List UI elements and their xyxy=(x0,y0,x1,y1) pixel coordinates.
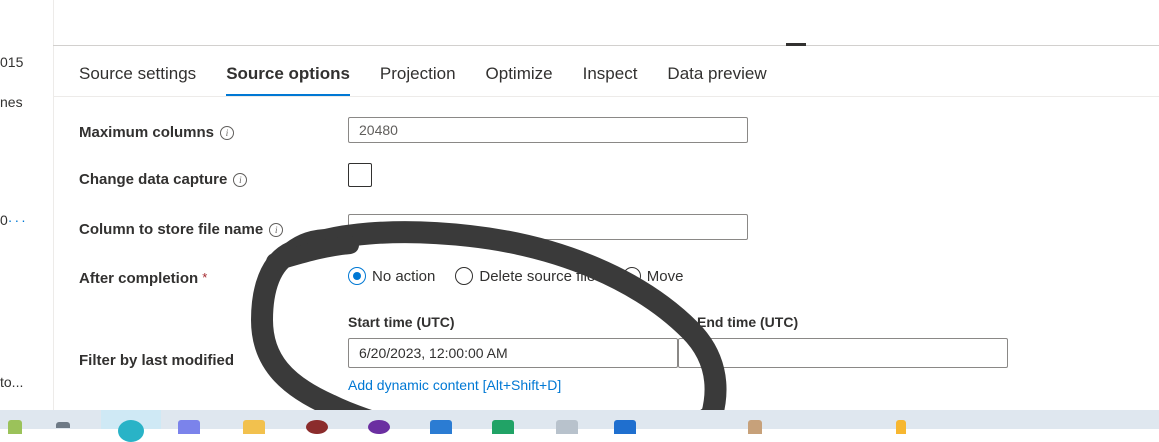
info-icon[interactable]: i xyxy=(220,126,235,140)
radio-no-action[interactable]: No action xyxy=(348,267,435,285)
left-panel-fragment-1: 015 xyxy=(0,54,24,70)
app-icon[interactable] xyxy=(306,420,328,434)
excel-icon[interactable] xyxy=(492,420,514,434)
end-time-label: End time (UTC) xyxy=(697,314,799,330)
max-columns-label-text: Maximum columns xyxy=(79,124,215,141)
radio-no-action-label: No action xyxy=(372,267,436,285)
app-icon[interactable] xyxy=(896,420,906,434)
change-data-capture-label-text: Change data capture xyxy=(79,171,228,188)
after-completion-radio-group: No action Delete source files Move xyxy=(348,267,703,285)
info-icon[interactable]: i xyxy=(269,223,284,237)
file-explorer-icon[interactable] xyxy=(243,420,265,434)
app-icon[interactable] xyxy=(614,420,636,434)
tab-data-preview[interactable]: Data preview xyxy=(667,64,766,96)
radio-move-label: Move xyxy=(646,267,684,285)
tab-inspect[interactable]: Inspect xyxy=(583,64,638,96)
start-time-label: Start time (UTC) xyxy=(348,314,455,330)
change-data-capture-checkbox[interactable] xyxy=(348,163,372,187)
tab-source-options[interactable]: Source options xyxy=(226,64,350,96)
info-icon[interactable]: i xyxy=(233,173,248,187)
column-file-name-label-text: Column to store file name xyxy=(79,221,264,238)
radio-unchecked-icon xyxy=(622,267,641,285)
tab-projection[interactable]: Projection xyxy=(380,64,456,96)
start-time-input[interactable]: 6/20/2023, 12:00:00 AM xyxy=(348,338,678,368)
more-options-icon[interactable]: ··· xyxy=(8,212,28,228)
radio-move[interactable]: Move xyxy=(622,267,684,285)
required-marker: * xyxy=(202,270,208,285)
radio-checked-icon xyxy=(348,267,366,285)
header-divider xyxy=(53,45,1159,46)
app-icon[interactable] xyxy=(556,420,578,434)
windows-taskbar xyxy=(0,410,1159,442)
left-panel-fragment-text: 0 xyxy=(0,212,8,228)
filter-last-modified-label: Filter by last modified xyxy=(79,352,235,369)
radio-unchecked-icon xyxy=(455,267,474,285)
column-file-name-input[interactable] xyxy=(348,214,748,240)
minimize-icon[interactable] xyxy=(786,43,806,46)
after-completion-label-text: After completion xyxy=(79,270,199,287)
app-icon[interactable] xyxy=(748,420,762,434)
teams-icon[interactable] xyxy=(178,420,200,434)
end-time-input[interactable] xyxy=(678,338,1008,368)
column-file-name-label: Column to store file name i xyxy=(79,221,284,238)
left-panel-fragment-3: 0··· xyxy=(0,212,28,228)
tab-bar: Source settings Source options Projectio… xyxy=(79,64,797,96)
app-icon[interactable] xyxy=(368,420,390,434)
tab-source-settings[interactable]: Source settings xyxy=(79,64,196,96)
left-panel-fragment-4: to... xyxy=(0,374,24,390)
tab-optimize[interactable]: Optimize xyxy=(486,64,553,96)
radio-delete-source-files[interactable]: Delete source files xyxy=(455,267,603,285)
windows-widgets-icon[interactable] xyxy=(8,420,22,434)
radio-delete-source-files-label: Delete source files xyxy=(479,267,603,285)
edge-icon[interactable] xyxy=(118,420,144,442)
add-dynamic-content-link[interactable]: Add dynamic content [Alt+Shift+D] xyxy=(348,377,561,393)
max-columns-input[interactable]: 20480 xyxy=(348,117,748,143)
after-completion-label: After completion * xyxy=(79,270,207,287)
tab-underline-divider xyxy=(53,96,1159,97)
vscode-icon[interactable] xyxy=(430,420,452,434)
panel-divider xyxy=(53,0,54,410)
left-panel-fragment-2: nes xyxy=(0,94,23,110)
change-data-capture-label: Change data capture i xyxy=(79,171,248,188)
max-columns-label: Maximum columns i xyxy=(79,124,235,141)
task-view-icon[interactable] xyxy=(56,422,70,428)
